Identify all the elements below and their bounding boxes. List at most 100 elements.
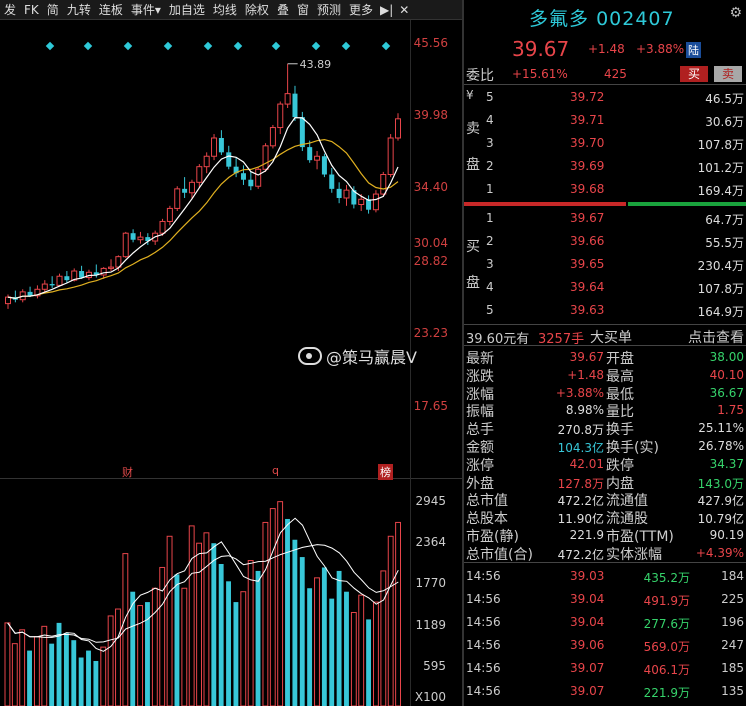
event-marker-bang[interactable]: 榜 bbox=[378, 464, 393, 480]
event-marker-finance[interactable]: 财 bbox=[122, 464, 133, 480]
bid-row[interactable]: 1 39.67 64.7万 bbox=[464, 207, 746, 230]
tick-row[interactable]: 14:56 39.04 277.6万 196 bbox=[464, 611, 746, 634]
candle-body bbox=[218, 137, 224, 153]
tick-row[interactable]: 14:56 39.04 491.9万 225 bbox=[464, 588, 746, 611]
stat-value: +4.39% bbox=[695, 545, 744, 560]
bid-row[interactable]: 3 39.65 230.4万 bbox=[464, 253, 746, 276]
view-details-link[interactable]: 点击查看 bbox=[688, 327, 744, 347]
price-axis-label: 17.65 bbox=[413, 399, 448, 413]
stock-name: 多氟多 bbox=[529, 8, 590, 30]
gear-icon[interactable]: ⚙ bbox=[729, 5, 742, 21]
bid-row[interactable]: 2 39.66 55.5万 bbox=[464, 230, 746, 253]
ask-row[interactable]: 2 39.69 101.2万 bbox=[464, 155, 746, 178]
volume-bar bbox=[292, 539, 298, 706]
buy-button[interactable]: 买 bbox=[680, 66, 708, 82]
diamond-marker bbox=[203, 41, 213, 51]
candle-body bbox=[269, 127, 276, 147]
volume-bar bbox=[27, 650, 32, 706]
diamond-marker bbox=[341, 41, 351, 51]
tick-volume: 435.2万 bbox=[643, 571, 690, 585]
kline-chart[interactable]: 43.89 bbox=[0, 20, 462, 476]
toolbar-item-chuang[interactable]: 窗 bbox=[293, 1, 313, 18]
candle-body bbox=[299, 117, 305, 148]
toolbar-item-die[interactable]: 叠 bbox=[273, 1, 293, 18]
tick-row[interactable]: 14:56 39.07 406.1万 185 bbox=[464, 657, 746, 680]
stat-label: 实体涨幅 bbox=[606, 546, 662, 563]
stats-row: 市盈(静) 221.9 市盈(TTM) 90.19 bbox=[464, 526, 746, 545]
stat-value: 90.19 bbox=[709, 528, 744, 542]
ask-level: 1 bbox=[486, 182, 494, 196]
ask-row[interactable]: 3 39.70 107.8万 bbox=[464, 132, 746, 155]
shijian-label: 事件 bbox=[130, 3, 155, 17]
toolbar-item-fa[interactable]: 发 bbox=[0, 1, 20, 18]
toolbar-item-junxian[interactable]: 均线 bbox=[209, 1, 241, 18]
price-axis-label: 39.98 bbox=[413, 108, 448, 122]
stock-header: 多氟多 002407 ⚙ bbox=[464, 0, 746, 32]
ask-row[interactable]: 4 39.71 30.6万 bbox=[464, 109, 746, 132]
volume-bar bbox=[203, 532, 210, 706]
volume-bar bbox=[373, 601, 379, 706]
volume-bar bbox=[11, 643, 18, 706]
stat-value: 42.01 bbox=[569, 456, 604, 471]
ask-row[interactable]: 1 39.68 169.4万 bbox=[464, 178, 746, 201]
sell-button[interactable]: 卖 bbox=[714, 66, 742, 82]
ask-level: 2 bbox=[486, 159, 494, 173]
toolbar-item-yuce[interactable]: 预测 bbox=[313, 1, 345, 18]
tick-row[interactable]: 14:56 39.07 221.9万 135 bbox=[464, 680, 746, 703]
connect-badge: 陆 bbox=[686, 42, 701, 58]
tick-volume: 491.9万 bbox=[643, 594, 690, 608]
candle-body bbox=[122, 232, 129, 258]
tick-list[interactable]: 14:56 39.03 435.2万 184 14:56 39.04 491.9万 225 14… bbox=[464, 562, 746, 706]
tick-price: 39.03 bbox=[570, 569, 605, 583]
stats-row: 涨幅 +3.88% 最低 36.67 bbox=[464, 384, 746, 403]
bid-row[interactable]: 5 39.63 164.9万 bbox=[464, 299, 746, 322]
stock-title[interactable]: 多氟多 002407 bbox=[529, 4, 675, 31]
candle-body bbox=[64, 276, 70, 281]
stats-row: 外盘 127.8万 内盘 143.0万 bbox=[464, 473, 746, 492]
toolbar-item-fk[interactable]: FK bbox=[20, 3, 43, 17]
candle-body bbox=[56, 275, 63, 286]
toolbar-item-jiuzhuan[interactable]: 九转 bbox=[63, 1, 95, 18]
bid-price: 39.65 bbox=[570, 257, 605, 271]
volume-chart[interactable] bbox=[0, 480, 462, 706]
watermark: @策马赢晨V bbox=[298, 344, 417, 368]
tick-volume: 221.9万 bbox=[643, 686, 690, 700]
volume-bar bbox=[321, 567, 327, 706]
bid-level: 4 bbox=[486, 280, 494, 294]
expand-right-icon[interactable]: ▶| bbox=[377, 3, 396, 17]
volume-bar bbox=[93, 660, 99, 706]
event-marker-q[interactable]: q bbox=[272, 464, 279, 477]
volume-bar bbox=[181, 587, 188, 706]
diamond-marker bbox=[381, 41, 391, 51]
tick-row[interactable]: 14:56 39.06 569.0万 247 bbox=[464, 634, 746, 657]
toolbar-item-more[interactable]: 更多 bbox=[345, 1, 377, 18]
toolbar-item-chuquan[interactable]: 除权 bbox=[241, 1, 273, 18]
stat-value: +1.48 bbox=[567, 367, 604, 382]
volume-bar bbox=[262, 521, 269, 706]
stat-value: 427.9亿 bbox=[697, 494, 744, 509]
diamond-marker bbox=[271, 41, 281, 51]
stat-value: 38.00 bbox=[709, 350, 744, 364]
toolbar-item-jian[interactable]: 简 bbox=[43, 1, 63, 18]
volume-bar bbox=[71, 640, 77, 706]
candle-body bbox=[5, 296, 11, 305]
stat-value: 36.67 bbox=[709, 385, 744, 400]
ask-row[interactable]: 5 39.72 46.5万 bbox=[464, 86, 746, 109]
bid-row[interactable]: 4 39.64 107.8万 bbox=[464, 276, 746, 299]
toolbar-item-lianban[interactable]: 连板 bbox=[95, 1, 127, 18]
candle-body bbox=[314, 155, 321, 161]
stat-value: 25.11% bbox=[698, 421, 744, 436]
volume-bar bbox=[130, 591, 136, 706]
tick-time: 14:56 bbox=[466, 684, 501, 698]
toolbar-item-shijian[interactable]: 事件▾ bbox=[127, 1, 165, 18]
toolbar-item-add-watchlist[interactable]: 加自选 bbox=[165, 1, 209, 18]
volume-bar bbox=[86, 650, 91, 706]
bid-price: 39.64 bbox=[570, 280, 605, 294]
tick-row[interactable]: 14:56 39.03 435.2万 184 bbox=[464, 565, 746, 588]
weibo-logo-icon bbox=[298, 347, 322, 365]
close-icon[interactable]: ✕ bbox=[396, 3, 412, 17]
candle-body bbox=[343, 189, 350, 199]
stat-value: 8.98% bbox=[565, 403, 604, 418]
volume-axis-label: 2364 bbox=[415, 535, 446, 549]
stat-value: 26.78% bbox=[698, 439, 744, 453]
